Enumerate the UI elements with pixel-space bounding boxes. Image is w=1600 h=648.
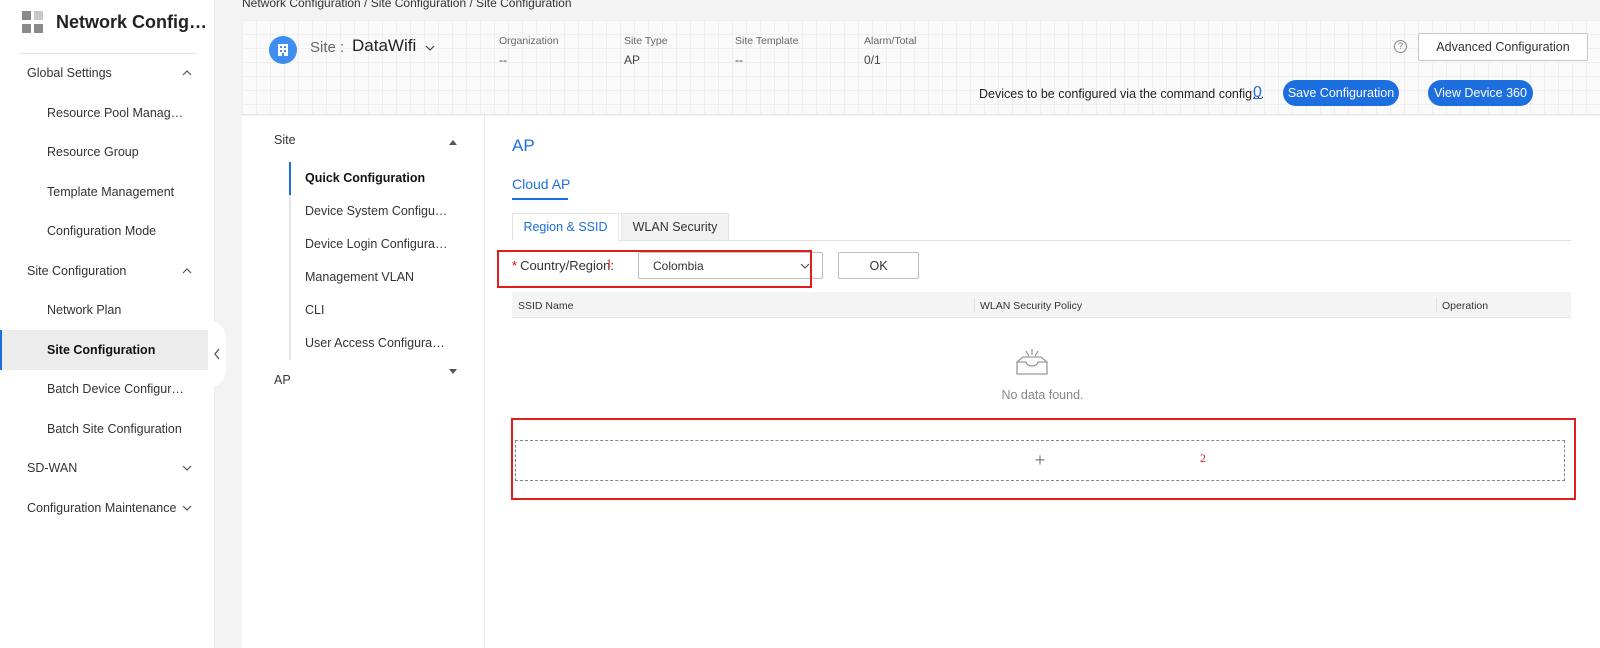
info-site-template: Site Template -- [735, 35, 798, 67]
nav-label: Configuration Maintenance [27, 501, 177, 515]
chevron-down-icon [182, 465, 192, 471]
info-value: -- [735, 53, 743, 67]
app-window: Network Config… Global Settings Resource… [0, 0, 1600, 648]
chevron-down-icon [800, 263, 810, 269]
chevron-up-icon [182, 268, 192, 274]
site-selector[interactable]: DataWifi [352, 36, 416, 56]
info-label: Site Template [735, 35, 799, 47]
info-value: 0/1 [864, 53, 881, 67]
tree-item-quick-configuration[interactable]: Quick Configuration [305, 171, 425, 185]
nav-label: Batch Device Configur… [47, 382, 184, 396]
caret-down-icon[interactable] [449, 369, 457, 374]
tree-group-site[interactable]: Site [274, 133, 296, 147]
add-ssid-row[interactable]: + [515, 440, 1565, 481]
nav-label: SD-WAN [27, 461, 78, 475]
nav-label: Resource Pool Manag… [47, 106, 184, 120]
column-header-operation: Operation [1442, 300, 1489, 312]
chevron-left-icon [214, 348, 220, 360]
chevron-up-icon [182, 70, 192, 76]
building-icon [269, 36, 297, 64]
nav-configuration-mode[interactable]: Configuration Mode [0, 211, 215, 251]
app-title: Network Config… [56, 11, 207, 32]
nav-label: Resource Group [47, 145, 139, 159]
app-grid-icon[interactable] [22, 11, 44, 33]
tab-cloud-ap[interactable]: Cloud AP [512, 176, 570, 192]
nav-global-settings[interactable]: Global Settings [0, 53, 215, 93]
tree-item-device-system[interactable]: Device System Configu… [305, 204, 447, 218]
nav-label: Batch Site Configuration [47, 422, 182, 436]
tab-wlan-security[interactable]: WLAN Security [621, 213, 729, 241]
nav-site-configuration-group[interactable]: Site Configuration [0, 251, 215, 291]
column-header-wlan-security-policy: WLAN Security Policy [980, 300, 1083, 312]
nav-label: Site Configuration [27, 264, 127, 278]
tab-label: WLAN Security [632, 220, 718, 234]
required-marker: * [512, 258, 518, 273]
plus-icon: + [1034, 450, 1046, 470]
nav-configuration-maintenance[interactable]: Configuration Maintenance [0, 488, 215, 528]
tree-rail-active [289, 162, 291, 195]
tree-group-ap[interactable]: AP [274, 373, 291, 387]
tab-underline [512, 198, 568, 200]
country-region-label: * Country/Region: [512, 258, 614, 273]
nav-label: Global Settings [27, 66, 112, 80]
nav-resource-group[interactable]: Resource Group [0, 132, 215, 172]
nav-sd-wan[interactable]: SD-WAN [0, 448, 215, 488]
empty-inbox-icon [1016, 349, 1048, 375]
nav-template-management[interactable]: Template Management [0, 172, 215, 212]
chevron-down-icon[interactable] [424, 43, 436, 53]
info-label: Alarm/Total [864, 35, 917, 47]
tree-item-management-vlan[interactable]: Management VLAN [305, 270, 414, 284]
info-site-type: Site Type AP [624, 35, 668, 67]
tree-item-device-login[interactable]: Device Login Configura… [305, 237, 447, 251]
site-header: Site : DataWifi Organization -- Site Typ… [242, 20, 1600, 115]
info-value: -- [499, 53, 507, 67]
breadcrumb: Network Configuration / Site Configurati… [242, 0, 572, 10]
save-configuration-button[interactable]: Save Configuration [1283, 80, 1399, 106]
pending-devices-text: Devices to be configured via the command… [979, 87, 1265, 101]
advanced-configuration-button[interactable]: Advanced Configuration [1418, 33, 1588, 61]
info-organization: Organization -- [499, 35, 559, 67]
nav-label: Network Plan [47, 303, 122, 317]
caret-up-icon[interactable] [449, 140, 457, 145]
nav-network-plan[interactable]: Network Plan [0, 290, 215, 330]
nav-label: Configuration Mode [47, 224, 157, 238]
column-divider [974, 298, 975, 312]
main-content: AP Cloud AP Region & SSID WLAN Security … [485, 116, 1600, 648]
sidebar-collapse-handle[interactable] [208, 320, 226, 388]
column-divider [1436, 298, 1437, 312]
nav-batch-site-configuration[interactable]: Batch Site Configuration [0, 409, 215, 449]
annotation-number-1: 1 [606, 256, 612, 270]
site-label: Site : [310, 39, 345, 56]
empty-state-text: No data found. [1001, 388, 1084, 402]
config-tree: Site Quick Configuration Device System C… [242, 116, 485, 648]
column-header-ssid-name: SSID Name [518, 300, 574, 312]
tree-item-user-access[interactable]: User Access Configura… [305, 336, 445, 350]
nav-resource-pool[interactable]: Resource Pool Manag… [0, 93, 215, 133]
nav-batch-device-configuration[interactable]: Batch Device Configur… [0, 369, 215, 409]
country-region-select[interactable]: Colombia [638, 252, 823, 279]
help-icon[interactable]: ? [1394, 40, 1407, 53]
info-value: AP [624, 53, 641, 67]
sidebar: Network Config… Global Settings Resource… [0, 0, 215, 648]
select-value: Colombia [653, 258, 704, 273]
nav-label: Site Configuration [47, 343, 156, 357]
view-device-360-button[interactable]: View Device 360 [1428, 80, 1533, 106]
annotation-number-2: 2 [1200, 451, 1206, 465]
tab-label: Region & SSID [523, 220, 608, 234]
country-region-text: Country/Region: [520, 258, 615, 273]
ok-button[interactable]: OK [838, 252, 919, 279]
info-label: Site Type [624, 35, 668, 47]
tab-region-ssid[interactable]: Region & SSID [512, 213, 619, 241]
info-label: Organization [499, 35, 559, 47]
ssid-table-header: SSID Name WLAN Security Policy Operation [512, 292, 1571, 318]
pending-devices-count-link[interactable]: 0 [1253, 84, 1262, 102]
nav-label: Template Management [47, 185, 175, 199]
tree-item-cli[interactable]: CLI [305, 303, 324, 317]
chevron-down-icon [182, 505, 192, 511]
nav-site-configuration[interactable]: Site Configuration [0, 330, 215, 370]
brand: Network Config… [22, 9, 207, 35]
section-title: AP [512, 136, 535, 155]
info-alarm-total: Alarm/Total 0/1 [864, 35, 917, 67]
